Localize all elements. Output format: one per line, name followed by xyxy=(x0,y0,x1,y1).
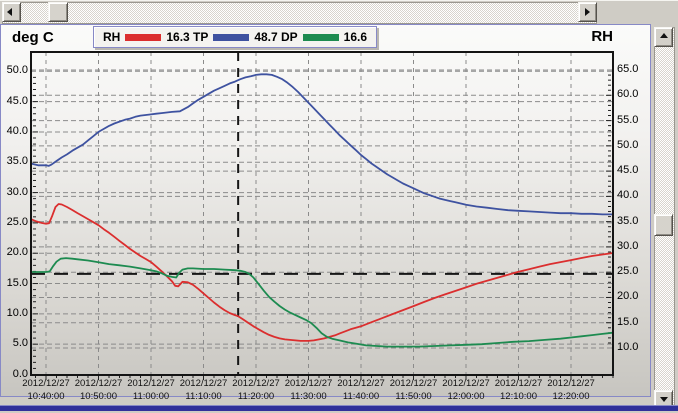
x-axis-date-label: 2012/12/27 xyxy=(17,378,75,389)
x-axis-date-label: 2012/12/27 xyxy=(280,378,338,389)
right-axis-tick-label: 15.0 xyxy=(617,316,649,328)
right-axis-tick-label: 45.0 xyxy=(617,164,649,176)
legend-box: RH 16.3 TP 48.7 DP 16.6 xyxy=(93,26,377,48)
x-axis-time-label: 11:30:00 xyxy=(280,391,338,402)
x-axis-time-label: 10:50:00 xyxy=(70,391,128,402)
x-axis-time-label: 11:00:00 xyxy=(122,391,180,402)
legend-label-rh: RH xyxy=(103,30,120,44)
x-axis-date-label: 2012/12/27 xyxy=(385,378,443,389)
right-axis-tick-label: 10.0 xyxy=(617,341,649,353)
legend-item-dp[interactable]: DP 16.6 xyxy=(281,30,367,44)
left-axis-tick-label: 40.0 xyxy=(2,125,28,137)
legend-value-rh: 16.3 xyxy=(166,30,189,44)
plot-border xyxy=(31,52,613,375)
left-axis-tick-label: 35.0 xyxy=(2,155,28,167)
x-axis-time-label: 12:10:00 xyxy=(490,391,548,402)
left-axis-tick-label: 25.0 xyxy=(2,216,28,228)
right-axis-tick-label: 40.0 xyxy=(617,189,649,201)
x-axis-time-label: 10:40:00 xyxy=(17,391,75,402)
x-axis-time-label: 11:40:00 xyxy=(332,391,390,402)
x-axis-time-label: 11:20:00 xyxy=(227,391,285,402)
series-dp-line xyxy=(31,258,613,347)
right-axis-tick-label: 30.0 xyxy=(617,240,649,252)
x-axis-date-label: 2012/12/27 xyxy=(175,378,233,389)
right-axis-tick-label: 20.0 xyxy=(617,290,649,302)
window-bottom-edge xyxy=(0,405,678,411)
right-axis-tick-label: 35.0 xyxy=(617,215,649,227)
legend-label-dp: DP xyxy=(281,30,298,44)
right-axis-tick-label: 25.0 xyxy=(617,265,649,277)
vertical-scroll-thumb[interactable] xyxy=(654,214,673,236)
x-axis-date-label: 2012/12/27 xyxy=(542,378,600,389)
x-axis-date-label: 2012/12/27 xyxy=(70,378,128,389)
dp-color-swatch xyxy=(303,34,339,41)
left-axis-tick-label: 15.0 xyxy=(2,277,28,289)
left-axis-tick-label: 50.0 xyxy=(2,64,28,76)
left-axis-tick-label: 45.0 xyxy=(2,95,28,107)
right-axis-tick-label: 65.0 xyxy=(617,63,649,75)
x-axis-time-label: 11:10:00 xyxy=(175,391,233,402)
right-axis-tick-label: 50.0 xyxy=(617,139,649,151)
graph-viewer-window: deg C RH RH 16.3 TP 48.7 DP 16.6 50.0 45.… xyxy=(0,0,678,413)
legend-value-dp: 16.6 xyxy=(344,30,367,44)
right-axis-title: RH xyxy=(588,28,613,45)
x-axis-date-label: 2012/12/27 xyxy=(227,378,285,389)
tp-color-swatch xyxy=(213,34,249,41)
chart-plot-area[interactable] xyxy=(0,0,678,413)
right-axis-tick-label: 55.0 xyxy=(617,114,649,126)
left-axis-tick-label: 20.0 xyxy=(2,246,28,258)
left-axis-title: deg C xyxy=(12,29,54,46)
x-axis-date-label: 2012/12/27 xyxy=(332,378,390,389)
x-axis-date-label: 2012/12/27 xyxy=(490,378,548,389)
rh-color-swatch xyxy=(125,34,161,41)
x-axis-date-label: 2012/12/27 xyxy=(122,378,180,389)
x-axis-time-label: 12:20:00 xyxy=(542,391,600,402)
legend-label-tp: TP xyxy=(193,30,208,44)
legend-value-tp: 48.7 xyxy=(254,30,277,44)
x-axis-time-label: 12:00:00 xyxy=(437,391,495,402)
scroll-up-button[interactable] xyxy=(654,27,673,47)
left-axis-tick-label: 30.0 xyxy=(2,186,28,198)
vertical-scrollbar[interactable] xyxy=(654,27,675,410)
left-axis-tick-label: 5.0 xyxy=(2,337,28,349)
legend-item-rh[interactable]: RH 16.3 xyxy=(103,30,190,44)
legend-item-tp[interactable]: TP 48.7 xyxy=(193,30,278,44)
x-axis-time-label: 11:50:00 xyxy=(385,391,443,402)
scroll-up-icon xyxy=(660,33,668,38)
x-axis-date-label: 2012/12/27 xyxy=(437,378,495,389)
left-axis-tick-label: 10.0 xyxy=(2,307,28,319)
right-axis-tick-label: 60.0 xyxy=(617,88,649,100)
scroll-down-icon xyxy=(660,397,668,402)
